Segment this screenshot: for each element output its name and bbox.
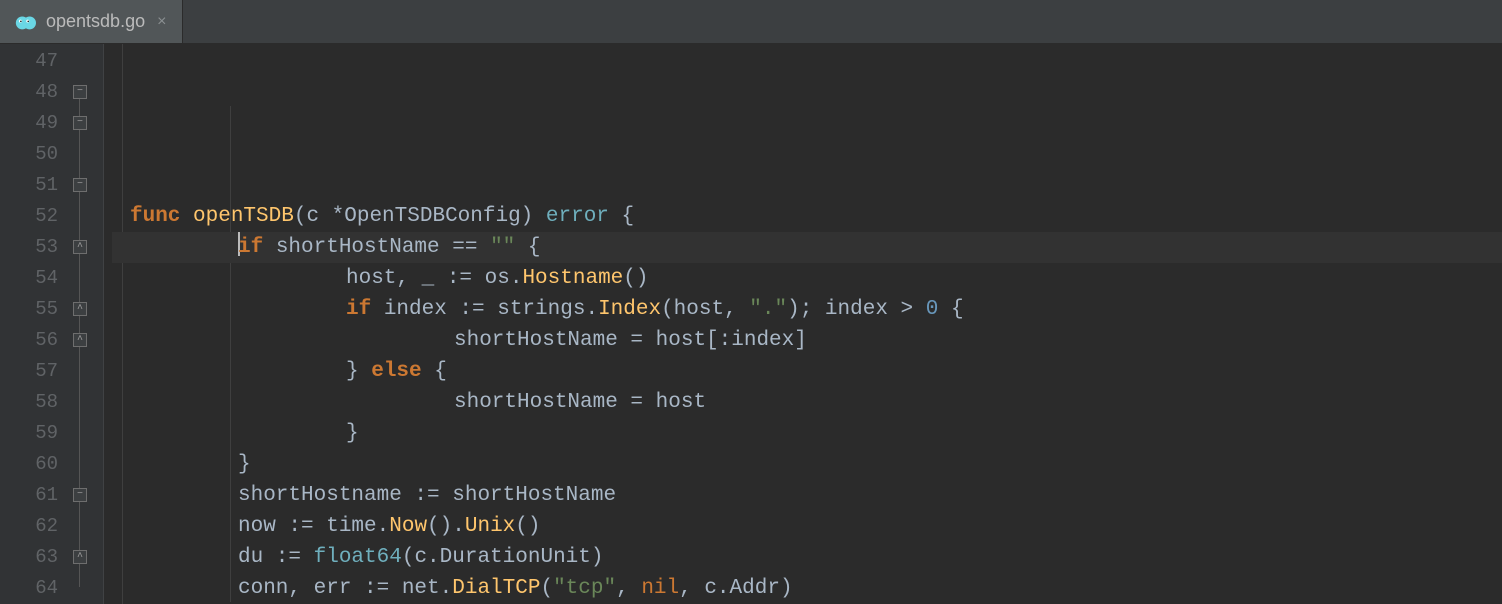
code-line[interactable]: func openTSDB(c *OpenTSDBConfig) error { xyxy=(112,201,1502,232)
code-token: index := strings. xyxy=(384,298,598,321)
line-number-gutter: 474849505152535455565758596061626364 xyxy=(0,44,70,604)
code-token: conn, err := net. xyxy=(238,577,452,600)
code-token: host xyxy=(346,267,396,290)
code-token: } xyxy=(346,360,371,383)
code-line[interactable]: host, _ := os.Hostname() xyxy=(112,263,1502,294)
code-token: DialTCP xyxy=(452,577,540,600)
tab-close-icon[interactable]: × xyxy=(155,13,168,31)
code-token: du := xyxy=(238,546,314,569)
line-number: 52 xyxy=(0,201,58,232)
code-line[interactable]: du := float64(c.DurationUnit) xyxy=(112,542,1502,573)
line-number: 64 xyxy=(0,573,58,604)
line-number: 49 xyxy=(0,108,58,139)
code-token: { xyxy=(622,205,635,228)
line-number: 59 xyxy=(0,418,58,449)
code-line[interactable]: } xyxy=(112,449,1502,480)
code-token: func xyxy=(130,205,193,228)
line-number: 48 xyxy=(0,77,58,108)
code-token: "tcp" xyxy=(553,577,616,600)
code-token: { xyxy=(938,298,963,321)
code-token: if xyxy=(346,298,384,321)
code-token: openTSDB xyxy=(193,205,294,228)
code-token: shortHostName = host xyxy=(454,391,706,414)
line-number: 61 xyxy=(0,480,58,511)
code-token: () xyxy=(623,267,648,290)
line-number: 60 xyxy=(0,449,58,480)
fold-end-icon[interactable]: ˄ xyxy=(73,240,87,254)
code-token: { xyxy=(434,360,447,383)
code-token: , c.Addr) xyxy=(679,577,792,600)
code-token: } xyxy=(346,422,359,445)
code-token: ( xyxy=(540,577,553,600)
tab-opentsdb[interactable]: opentsdb.go × xyxy=(0,0,183,43)
line-number: 57 xyxy=(0,356,58,387)
code-token: (host, xyxy=(661,298,749,321)
code-line[interactable]: } else { xyxy=(112,356,1502,387)
code-line[interactable]: now := time.Now().Unix() xyxy=(112,511,1502,542)
code-line[interactable]: shortHostName = host xyxy=(112,387,1502,418)
code-token: nil xyxy=(641,577,679,600)
fold-collapse-icon[interactable]: − xyxy=(73,178,87,192)
fold-end-icon[interactable]: ˄ xyxy=(73,302,87,316)
code-token: { xyxy=(515,236,540,259)
line-number: 55 xyxy=(0,294,58,325)
code-token: shortHostName == xyxy=(276,236,490,259)
code-token: now := time. xyxy=(238,515,389,538)
fold-collapse-icon[interactable]: − xyxy=(73,488,87,502)
code-token: error xyxy=(546,205,622,228)
code-token: float64 xyxy=(314,546,402,569)
line-number: 47 xyxy=(0,46,58,77)
code-line[interactable]: conn, err := net.DialTCP("tcp", nil, c.A… xyxy=(112,573,1502,604)
code-token: if xyxy=(238,236,276,259)
code-token: shortHostname := shortHostName xyxy=(238,484,616,507)
code-token: (). xyxy=(427,515,465,538)
code-token: Hostname xyxy=(522,267,623,290)
fold-collapse-icon[interactable]: − xyxy=(73,85,87,99)
line-number: 58 xyxy=(0,387,58,418)
code-token: Index xyxy=(598,298,661,321)
line-number: 62 xyxy=(0,511,58,542)
code-token: shortHostName = host[:index] xyxy=(454,329,807,352)
code-token: Unix xyxy=(465,515,515,538)
line-number: 53 xyxy=(0,232,58,263)
code-token: (c *OpenTSDBConfig) xyxy=(294,205,546,228)
code-token: () xyxy=(515,515,540,538)
code-token: ); index > xyxy=(787,298,926,321)
code-token: 0 xyxy=(926,298,939,321)
code-token: else xyxy=(371,360,434,383)
code-area[interactable]: func openTSDB(c *OpenTSDBConfig) error {… xyxy=(104,44,1502,604)
code-token: "." xyxy=(749,298,787,321)
code-line[interactable]: shortHostName = host[:index] xyxy=(112,325,1502,356)
code-token: "" xyxy=(490,236,515,259)
line-number: 51 xyxy=(0,170,58,201)
fold-collapse-icon[interactable]: − xyxy=(73,116,87,130)
line-number: 63 xyxy=(0,542,58,573)
code-line[interactable]: } xyxy=(112,418,1502,449)
line-number: 56 xyxy=(0,325,58,356)
code-token: , _ := os. xyxy=(396,267,522,290)
code-line[interactable] xyxy=(112,170,1502,201)
code-token: Now xyxy=(389,515,427,538)
fold-end-icon[interactable]: ˄ xyxy=(73,550,87,564)
code-line[interactable]: if index := strings.Index(host, "."); in… xyxy=(112,294,1502,325)
code-token: (c.DurationUnit) xyxy=(402,546,604,569)
fold-column[interactable]: − − − ˄ ˄ ˄ − ˄ xyxy=(70,44,104,604)
line-number: 50 xyxy=(0,139,58,170)
code-line[interactable]: shortHostname := shortHostName xyxy=(112,480,1502,511)
line-number: 54 xyxy=(0,263,58,294)
fold-end-icon[interactable]: ˄ xyxy=(73,333,87,347)
code-editor[interactable]: 474849505152535455565758596061626364 −−−… xyxy=(0,44,1502,604)
code-token: , xyxy=(616,577,641,600)
code-token: } xyxy=(238,453,251,476)
code-line[interactable]: if shortHostName == "" { xyxy=(112,232,1502,263)
go-file-icon xyxy=(14,11,36,33)
tab-filename: opentsdb.go xyxy=(46,11,145,32)
tab-bar: opentsdb.go × xyxy=(0,0,1502,44)
